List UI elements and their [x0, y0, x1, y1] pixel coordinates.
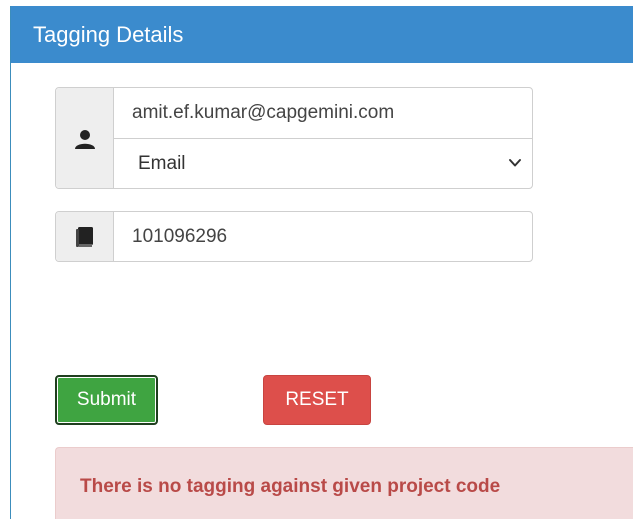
- email-input[interactable]: amit.ef.kumar@capgemini.com: [114, 88, 532, 138]
- submit-button[interactable]: Submit: [55, 375, 158, 425]
- book-icon: [76, 227, 93, 247]
- project-code-value: 101096296: [132, 225, 228, 247]
- user-addon: [56, 88, 114, 188]
- error-alert: There is no tagging against given projec…: [55, 447, 633, 519]
- identity-input-group: amit.ef.kumar@capgemini.com Email: [55, 87, 533, 189]
- email-input-value: amit.ef.kumar@capgemini.com: [132, 102, 395, 123]
- project-code-input-group: 101096296: [55, 211, 533, 262]
- user-icon: [75, 130, 95, 149]
- alert-message: There is no tagging against given projec…: [80, 476, 501, 497]
- chevron-down-icon: [509, 158, 521, 166]
- id-type-select[interactable]: Email: [114, 139, 532, 188]
- id-type-selected: Email: [138, 152, 186, 174]
- book-addon: [56, 212, 114, 261]
- panel-title: Tagging Details: [11, 6, 633, 63]
- tagging-details-panel: Tagging Details: [10, 6, 633, 519]
- project-code-input[interactable]: 101096296: [114, 212, 532, 261]
- reset-button[interactable]: RESET: [263, 375, 371, 425]
